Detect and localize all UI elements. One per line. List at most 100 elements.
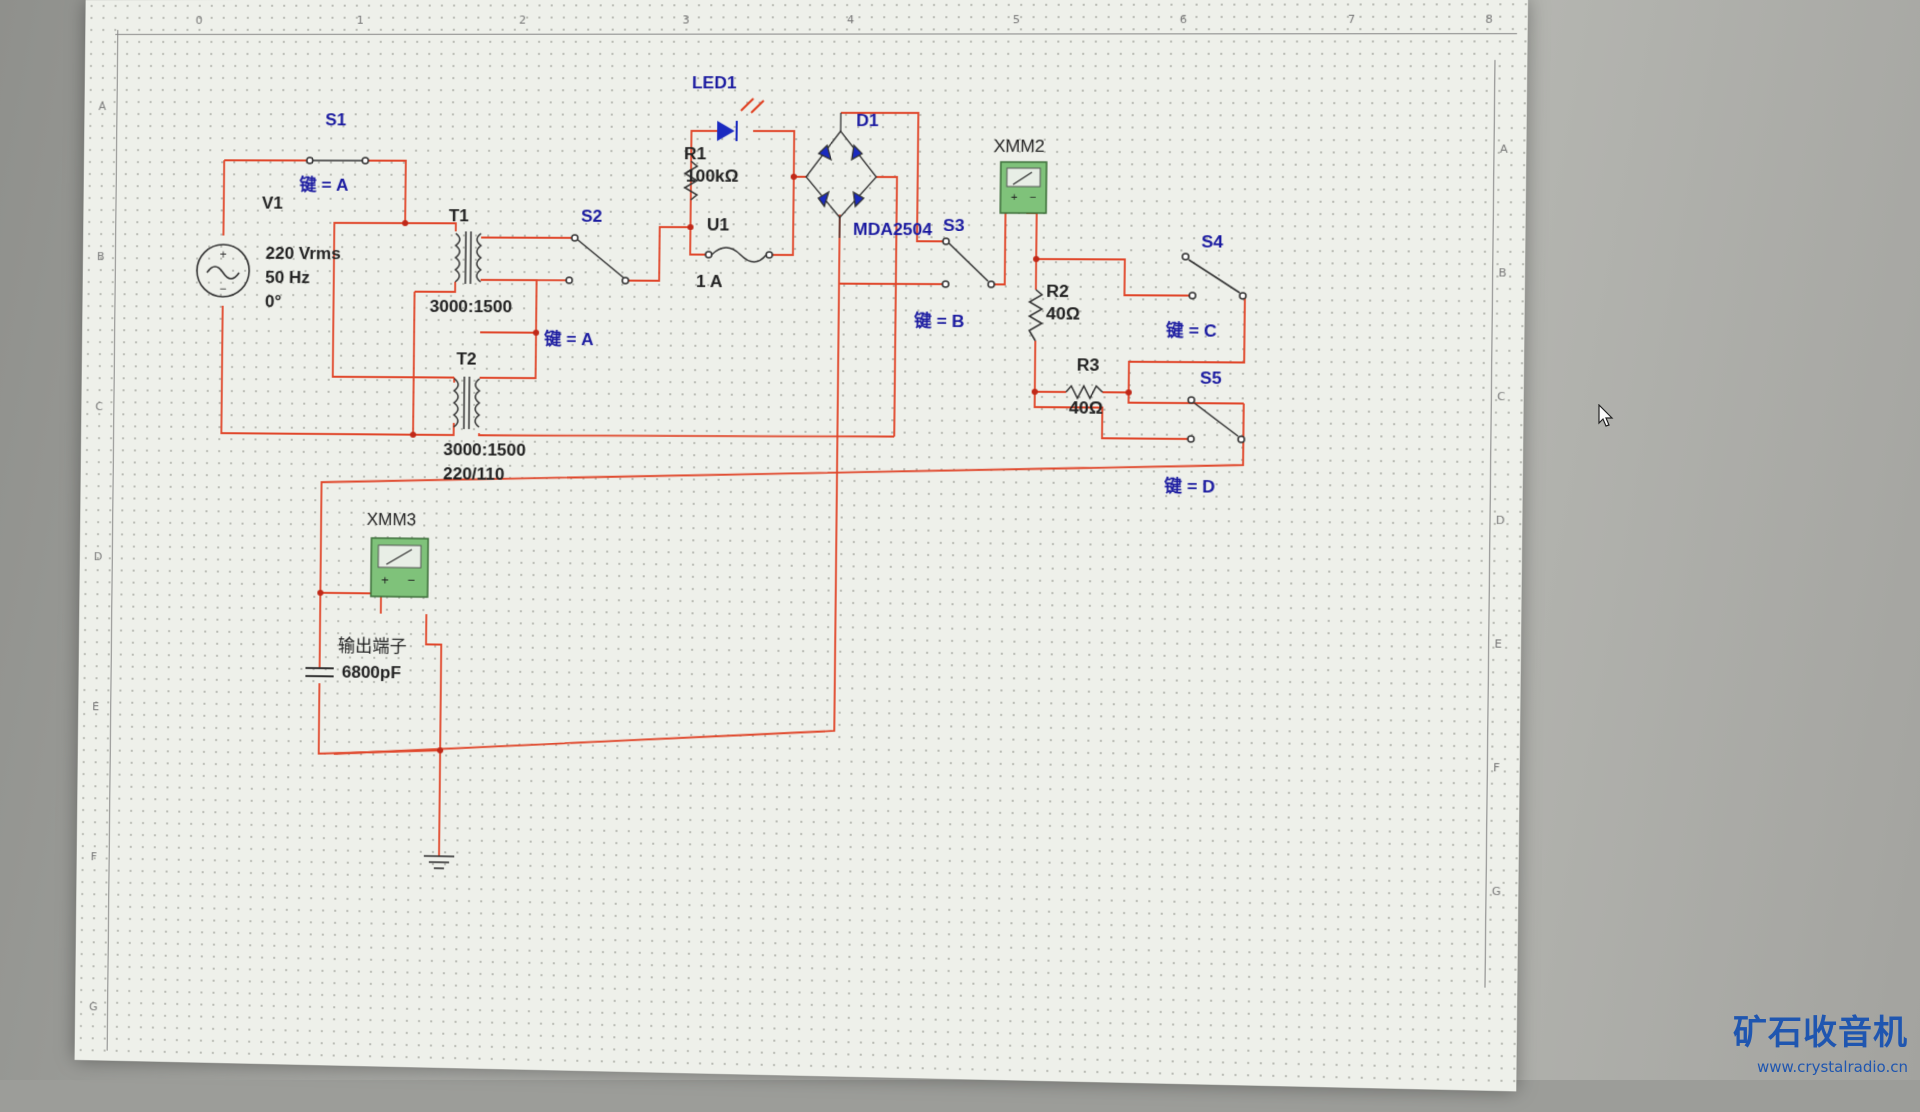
d1-name: D1	[856, 111, 879, 130]
wire	[413, 423, 454, 435]
wire	[480, 332, 536, 378]
s2-name: S2	[581, 207, 602, 226]
r3-value: 40Ω	[1069, 398, 1103, 418]
xmm2-multimeter[interactable]: + −	[1000, 162, 1046, 213]
capacitor-value: 6800pF	[342, 662, 401, 682]
v1-voltage: 220 Vrms	[265, 244, 340, 263]
wire	[628, 227, 690, 281]
sine-wave-icon	[207, 267, 239, 279]
plus-sign: +	[381, 572, 389, 587]
switch-terminal	[362, 158, 368, 164]
switch-blade	[949, 243, 989, 281]
wire	[874, 177, 897, 437]
wire	[365, 161, 406, 224]
u1-value: 1 A	[696, 272, 723, 291]
junction-dot	[1125, 389, 1131, 395]
schematic-sheet[interactable]: 0 1 2 3 4 5 6 7 8 A B C D E F G A B C D …	[75, 0, 1528, 1091]
d1-model: MDA2504	[853, 220, 933, 240]
junction-dot	[317, 590, 323, 596]
wire	[439, 750, 440, 856]
t2-ratio: 3000:1500	[443, 440, 526, 460]
resistor-zigzag-icon	[1066, 386, 1103, 399]
u1-fuse[interactable]	[705, 248, 772, 262]
wires	[217, 112, 1247, 870]
s4-key: 键 = C	[1166, 320, 1217, 341]
v1-source[interactable]: + −	[197, 244, 250, 296]
wire	[1034, 392, 1191, 439]
bridge-outline	[806, 131, 877, 218]
junction-dot	[533, 330, 539, 336]
junction-dot	[410, 432, 416, 438]
wire	[223, 160, 224, 235]
led1[interactable]	[717, 99, 764, 142]
wire	[334, 213, 840, 762]
switch-terminal	[1182, 254, 1188, 260]
wire	[753, 131, 807, 177]
s5-key: 键 = D	[1164, 476, 1215, 497]
wire	[479, 433, 894, 438]
resistor-zigzag-icon	[1029, 290, 1042, 341]
switch-terminal	[1188, 397, 1194, 403]
switch-blade	[1188, 260, 1240, 293]
fuse-terminal	[706, 252, 712, 258]
r2-name: R2	[1046, 282, 1069, 302]
s5-name: S5	[1200, 368, 1222, 388]
switch-blade	[1194, 403, 1238, 436]
transformer-core	[465, 231, 466, 283]
r2-resistor[interactable]	[1029, 290, 1042, 341]
s3-switch[interactable]	[942, 238, 994, 287]
minus-sign: −	[407, 573, 415, 588]
switch-terminal	[572, 235, 578, 241]
switch-terminal	[566, 277, 572, 283]
t2-transformer[interactable]	[454, 377, 480, 430]
wire	[319, 683, 441, 755]
coil-primary	[454, 379, 459, 427]
junction-dot	[791, 174, 797, 180]
transformer-core	[464, 377, 465, 429]
wire	[413, 292, 415, 435]
r1-name: R1	[684, 144, 706, 163]
capacitor[interactable]	[305, 668, 333, 676]
wire	[320, 397, 1243, 604]
wire	[1035, 341, 1067, 392]
watermark-logo: 矿石收音机	[1733, 1005, 1908, 1054]
switch-terminal	[1188, 436, 1194, 442]
circuit-schematic[interactable]: + −	[75, 0, 1528, 1091]
wire	[320, 593, 321, 668]
led-light-arrow-icon	[751, 101, 763, 113]
r3-resistor[interactable]	[1066, 386, 1103, 399]
u1-name: U1	[707, 215, 729, 234]
s3-key: 键 = B	[914, 310, 965, 331]
wire	[425, 614, 442, 750]
led-light-arrow-icon	[741, 99, 753, 111]
plus-sign: +	[1011, 192, 1018, 204]
ground[interactable]	[424, 856, 455, 869]
minus-sign: −	[219, 282, 226, 296]
junction-dot	[1032, 389, 1038, 395]
s2-switch[interactable]	[566, 235, 629, 284]
s4-switch[interactable]	[1182, 254, 1246, 299]
diode-icon	[853, 192, 863, 206]
s1-switch[interactable]	[307, 157, 369, 163]
coil-secondary	[475, 379, 480, 427]
t1-ratio: 3000:1500	[430, 297, 513, 317]
t1-name: T1	[449, 206, 469, 225]
r2-value: 40Ω	[1046, 304, 1080, 324]
v1-name: V1	[262, 194, 283, 213]
wire	[1129, 295, 1245, 393]
wire	[994, 213, 1005, 284]
s1-name: S1	[325, 110, 346, 129]
switch-terminal	[622, 278, 628, 284]
fuse-terminal	[766, 252, 772, 258]
wire	[690, 227, 706, 254]
xmm3-multimeter[interactable]: + −	[371, 538, 428, 597]
switch-terminal	[1189, 292, 1195, 298]
t2-name: T2	[456, 349, 476, 368]
xmm3-name: XMM3	[367, 510, 417, 530]
watermark-url: www.crystalradio.cn	[1757, 1058, 1908, 1076]
mouse-cursor-icon	[1598, 404, 1614, 428]
t1-transformer[interactable]	[455, 231, 481, 284]
coil-secondary	[477, 233, 482, 281]
s4-name: S4	[1201, 232, 1224, 252]
wire	[415, 282, 456, 292]
